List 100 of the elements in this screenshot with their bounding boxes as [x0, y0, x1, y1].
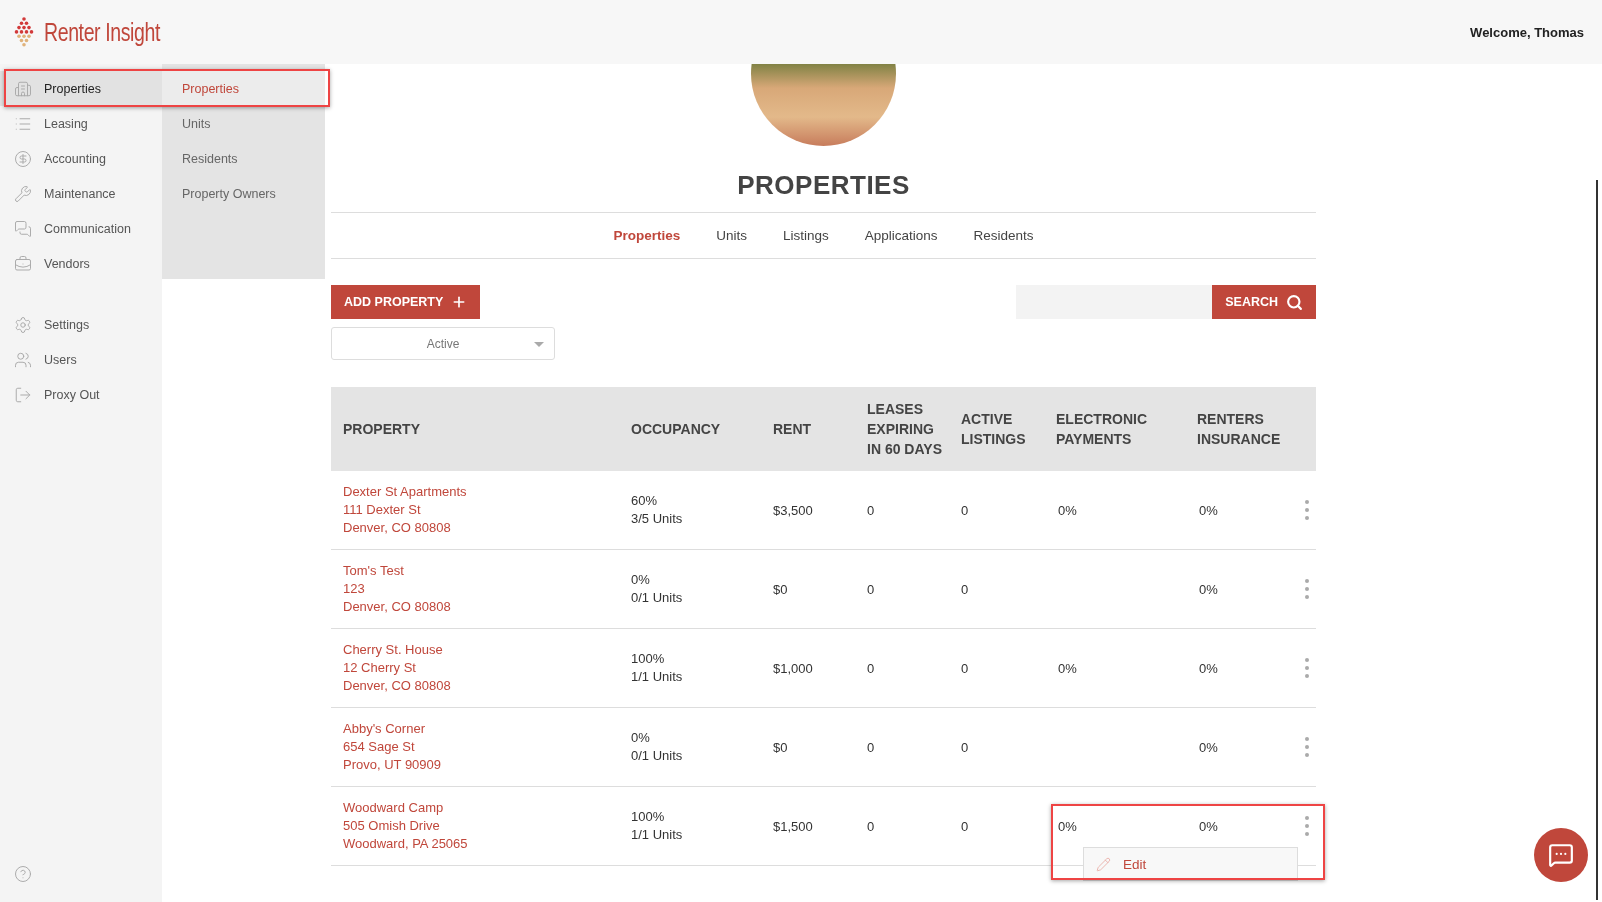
column-header: OCCUPANCY	[630, 420, 722, 439]
occupancy-text: 0%	[631, 729, 651, 747]
welcome-text: Welcome, Thomas	[1470, 24, 1584, 40]
tab[interactable]: Properties	[613, 228, 681, 243]
sidebar-item[interactable]: Accounting	[0, 141, 162, 176]
dollar-icon	[14, 149, 32, 168]
rent-text: $0	[773, 581, 788, 597]
chat-icon	[1548, 842, 1574, 868]
leases-text: 0	[867, 502, 875, 518]
sidebar-item[interactable]: Vendors	[0, 246, 162, 281]
column-header: RENT	[772, 420, 813, 439]
payments-text: 0%	[1058, 502, 1077, 518]
occupancy-text: 100%	[631, 808, 666, 826]
occupancy-text: 3/5 Units	[631, 510, 684, 528]
occupancy-text: 100%	[631, 650, 666, 668]
sidebar-label: Proxy Out	[44, 387, 100, 402]
rent-text: $3,500	[773, 502, 813, 518]
sidebar-item[interactable]: Users	[0, 342, 162, 377]
sidebar-item[interactable]: Communication	[0, 211, 162, 246]
sidebar-item[interactable]: Maintenance	[0, 176, 162, 211]
sidebar-label: Settings	[44, 317, 90, 332]
chat-icon	[14, 219, 32, 238]
leases-text: 0	[867, 581, 875, 597]
payments-text: 0%	[1058, 660, 1077, 676]
submenu-item[interactable]: Units	[162, 106, 325, 141]
status-dropdown[interactable]: Active	[331, 327, 555, 360]
listings-text: 0	[961, 502, 969, 518]
sidebar-label: Leasing	[44, 116, 88, 131]
tab[interactable]: Residents	[973, 228, 1034, 243]
occupancy-text: 0%	[631, 571, 651, 589]
column-header: LEASES EXPIRING IN 60 DAYS	[866, 400, 943, 459]
property-link[interactable]: Denver, CO 80808	[343, 598, 619, 616]
property-link[interactable]: 654 Sage St	[343, 738, 619, 756]
more-options-icon[interactable]	[1303, 737, 1311, 757]
property-link[interactable]: Dexter St Apartments	[343, 483, 619, 501]
property-link[interactable]: 123	[343, 580, 619, 598]
column-header: ELECTRONIC PAYMENTS	[1055, 410, 1148, 449]
property-link[interactable]: Abby's Corner	[343, 720, 619, 738]
search-field[interactable]	[1016, 285, 1213, 319]
settings-icon	[14, 315, 32, 334]
property-link[interactable]: Denver, CO 80808	[343, 677, 619, 695]
sidebar-item[interactable]: Properties	[0, 71, 162, 106]
insurance-text: 0%	[1199, 502, 1218, 518]
property-link[interactable]: Woodward Camp	[343, 799, 619, 817]
add-property-button[interactable]: ADD PROPERTY	[331, 285, 481, 319]
caret-icon	[534, 342, 544, 347]
leases-text: 0	[867, 739, 875, 755]
listings-text: 0	[961, 739, 969, 755]
sidebar-label: Communication	[44, 221, 131, 236]
menu-item[interactable]: Edit	[1084, 848, 1297, 880]
insurance-text: 0%	[1199, 581, 1218, 597]
building-icon	[14, 79, 32, 98]
chat-button[interactable]	[1534, 828, 1588, 882]
sidebar-label: Properties	[44, 81, 101, 96]
more-options-icon[interactable]	[1303, 658, 1311, 678]
logo-text: Renter Insight	[44, 17, 160, 47]
sidebar-item[interactable]: Proxy Out	[0, 377, 162, 412]
column-header: RENTERS INSURANCE	[1196, 410, 1282, 449]
column-header: ACTIVE LISTINGS	[960, 410, 1027, 449]
sidebar-item[interactable]: Settings	[0, 307, 162, 342]
rent-text: $1,500	[773, 818, 813, 834]
search-icon	[1286, 293, 1303, 311]
property-link[interactable]: Denver, CO 80808	[343, 519, 619, 537]
more-options-icon[interactable]	[1303, 500, 1311, 520]
page-title: PROPERTIES	[736, 170, 911, 202]
more-options-icon[interactable]	[1303, 816, 1311, 836]
insurance-text: 0%	[1199, 818, 1218, 834]
insurance-text: 0%	[1199, 739, 1218, 755]
leases-text: 0	[867, 818, 875, 834]
occupancy-text: 0/1 Units	[631, 747, 684, 765]
sidebar-label: Maintenance	[44, 186, 116, 201]
insurance-text: 0%	[1199, 660, 1218, 676]
help-icon[interactable]	[14, 865, 32, 883]
occupancy-text: 1/1 Units	[631, 668, 684, 686]
property-link[interactable]: Tom's Test	[343, 562, 619, 580]
property-link[interactable]: 12 Cherry St	[343, 659, 619, 677]
sidebar-label: Vendors	[44, 256, 90, 271]
property-link[interactable]: Woodward, PA 25065	[343, 835, 619, 853]
property-link[interactable]: 505 Omish Drive	[343, 817, 619, 835]
users-icon	[14, 350, 32, 369]
payments-text: 0%	[1058, 818, 1077, 834]
sidebar-item[interactable]: Leasing	[0, 106, 162, 141]
listings-text: 0	[961, 818, 969, 834]
property-link[interactable]: 111 Dexter St	[343, 501, 619, 519]
search-button[interactable]: SEARCH	[1212, 285, 1316, 319]
more-options-icon[interactable]	[1303, 579, 1311, 599]
tab[interactable]: Units	[716, 228, 747, 243]
tab[interactable]: Applications	[864, 228, 938, 243]
column-header: PROPERTY	[342, 420, 421, 439]
tab[interactable]: Listings	[782, 228, 829, 243]
submenu-item[interactable]: Residents	[162, 141, 325, 176]
listings-text: 0	[961, 660, 969, 676]
sidebar-label: Users	[44, 352, 77, 367]
rent-text: $0	[773, 739, 788, 755]
submenu-item[interactable]: Property Owners	[162, 176, 325, 211]
occupancy-text: 1/1 Units	[631, 826, 684, 844]
submenu-item[interactable]: Properties	[162, 71, 325, 106]
sidebar-label: Accounting	[44, 151, 106, 166]
property-link[interactable]: Provo, UT 90909	[343, 756, 619, 774]
property-link[interactable]: Cherry St. House	[343, 641, 619, 659]
